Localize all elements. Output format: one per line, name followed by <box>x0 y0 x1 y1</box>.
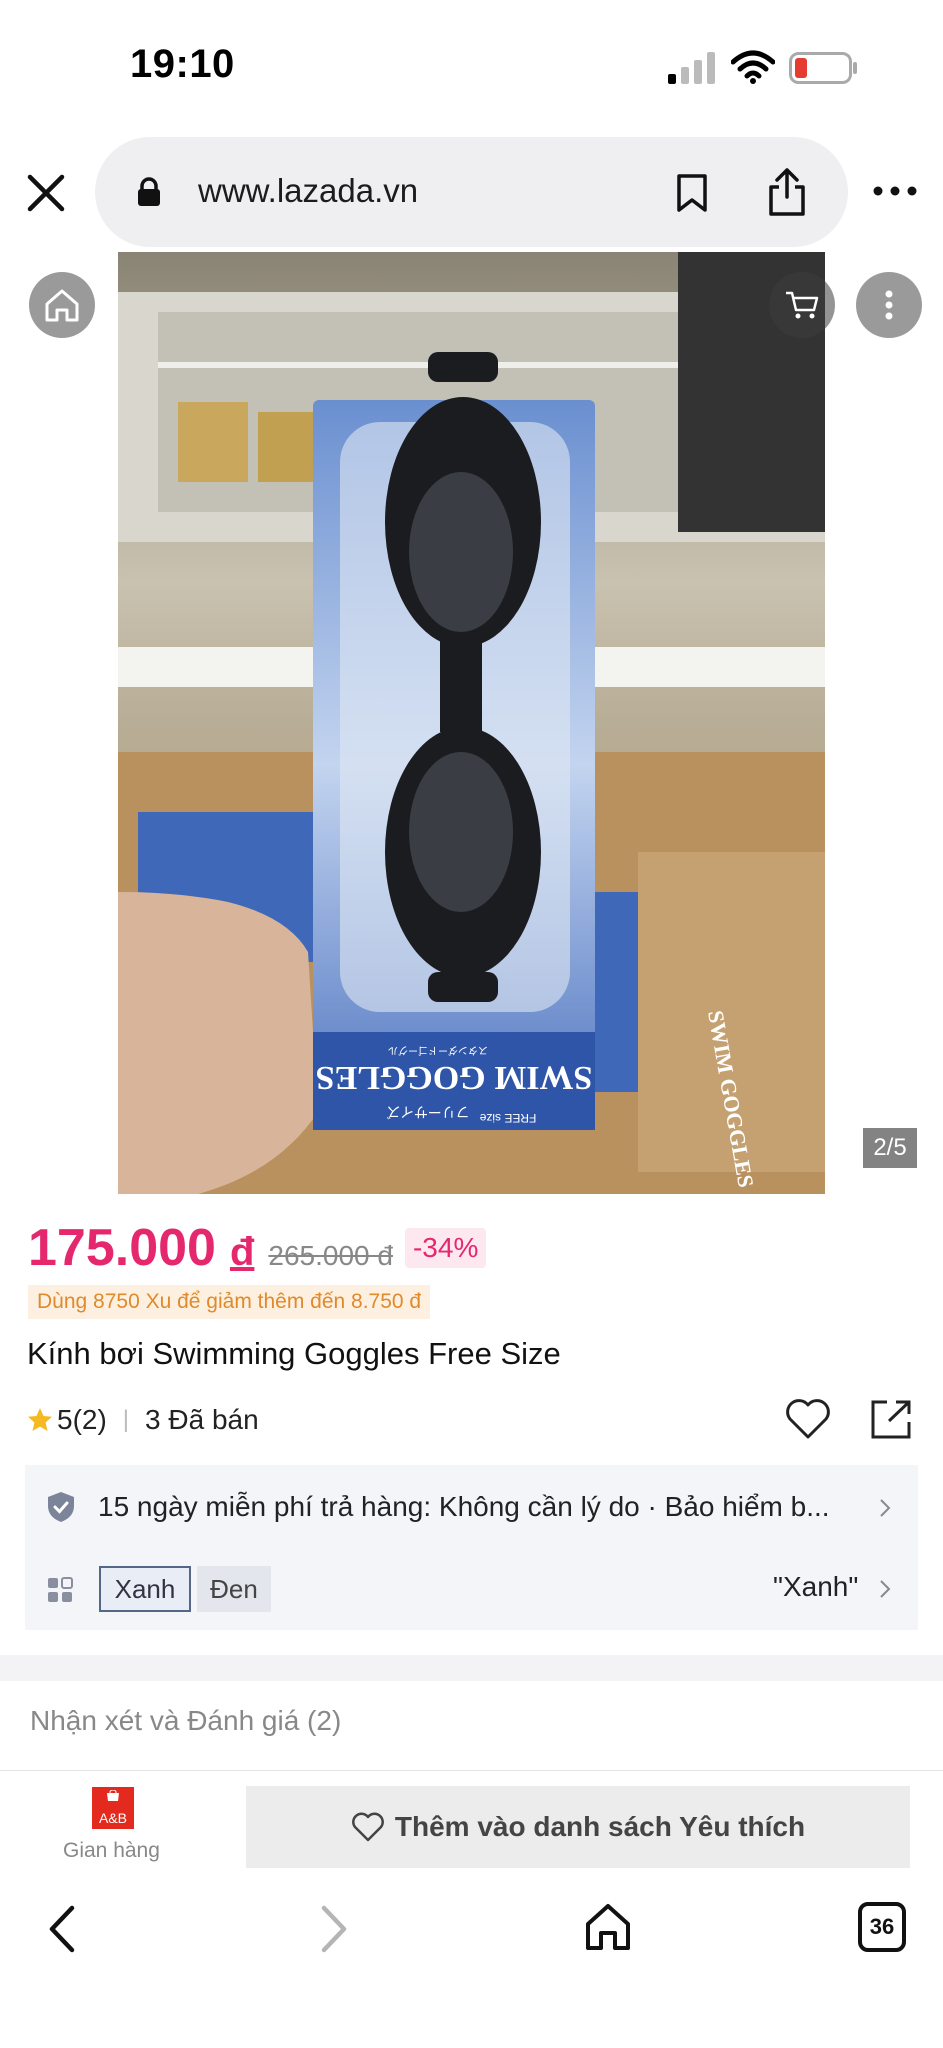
back-icon[interactable] <box>44 1902 80 1956</box>
home-icon <box>45 289 79 322</box>
info-card: 15 ngày miễn phí trả hàng: Không cần lý … <box>25 1465 918 1630</box>
package-jp-sub: スタンダードゴーグル <box>388 1044 488 1057</box>
coin-discount-note: Dùng 8750 Xu để giảm thêm đến 8.750 đ <box>28 1285 431 1319</box>
divider: | <box>122 1406 130 1433</box>
shield-icon <box>48 1492 74 1522</box>
old-price: 265.000 đ <box>268 1240 393 1271</box>
address-bar[interactable]: www.lazada.vn <box>95 137 848 247</box>
status-bar: 19:10 <box>0 0 943 130</box>
product-photo: SWIM GOGGLES FREE size フリーサイズ スタンダードゴーグル… <box>118 252 825 1194</box>
home-button[interactable] <box>29 272 95 338</box>
product-image[interactable]: SWIM GOGGLES FREE size フリーサイズ スタンダードゴーグル… <box>118 252 825 1194</box>
cart-icon <box>786 291 819 319</box>
product-title: Kính bơi Swimming Goggles Free Size <box>27 1336 561 1371</box>
variant-chip-den[interactable]: Đen <box>197 1566 271 1612</box>
more-icon[interactable] <box>870 179 920 203</box>
lock-icon <box>138 177 160 206</box>
home-icon[interactable] <box>584 1902 632 1952</box>
wifi-icon <box>731 50 775 84</box>
cart-button[interactable] <box>769 272 835 338</box>
chevron-right-icon[interactable] <box>878 1497 892 1519</box>
sold-count: 3 Đã bán <box>145 1404 259 1435</box>
price-row: 175.000 đ 265.000 đ -34% <box>28 1218 487 1278</box>
signal-icon <box>668 52 715 84</box>
package-jp-size: フリーサイズ <box>386 1103 469 1119</box>
external-share-icon[interactable] <box>869 1398 913 1440</box>
chevron-right-icon[interactable] <box>878 1578 892 1600</box>
discount-badge: -34% <box>404 1228 487 1268</box>
package-label: SWIM GOGGLES <box>316 1059 593 1096</box>
reviews-title[interactable]: Nhận xét và Đánh giá (2) <box>30 1705 341 1737</box>
share-icon[interactable] <box>767 167 807 217</box>
heart-icon[interactable] <box>785 1398 831 1440</box>
store-badge: A&B <box>98 1810 127 1826</box>
shop-bag-icon <box>107 1790 119 1801</box>
variant-chip-xanh[interactable]: Xanh <box>99 1566 191 1612</box>
currency: đ <box>229 1230 255 1274</box>
action-bar: A&B Gian hàng Thêm vào danh sách Yêu thí… <box>0 1770 943 1878</box>
add-to-wishlist-button[interactable]: Thêm vào danh sách Yêu thích <box>246 1786 910 1868</box>
selected-variant[interactable]: "Xanh" <box>773 1571 858 1603</box>
wishlist-label: Thêm vào danh sách Yêu thích <box>394 1811 806 1842</box>
more-options-button[interactable] <box>856 272 922 338</box>
bookmark-icon[interactable] <box>675 173 709 213</box>
browser-nav-bar: 36 <box>0 1880 943 2048</box>
forward-icon[interactable] <box>316 1902 352 1956</box>
browser-bar: www.lazada.vn <box>0 135 943 250</box>
heart-icon <box>351 1812 384 1842</box>
store-logo[interactable]: A&B <box>92 1787 134 1829</box>
tabs-icon[interactable]: 36 <box>858 1902 906 1952</box>
url-text: www.lazada.vn <box>198 172 419 209</box>
section-divider <box>0 1655 943 1681</box>
return-policy[interactable]: 15 ngày miễn phí trả hàng: Không cần lý … <box>98 1491 830 1523</box>
star-icon <box>28 1408 52 1431</box>
status-time: 19:10 <box>130 42 235 86</box>
package-size-label: FREE size <box>479 1111 536 1125</box>
battery-icon <box>789 52 857 84</box>
image-counter: 2/5 <box>863 1128 917 1168</box>
price: 175.000 <box>28 1219 216 1277</box>
store-label[interactable]: Gian hàng <box>63 1839 160 1863</box>
rating-value: 5(2) <box>57 1404 107 1435</box>
vertical-more-icon <box>885 290 893 320</box>
close-icon[interactable] <box>22 169 70 217</box>
rating-row[interactable]: 5(2) | 3 Đã bán <box>27 1400 259 1440</box>
variant-icon <box>48 1577 73 1602</box>
